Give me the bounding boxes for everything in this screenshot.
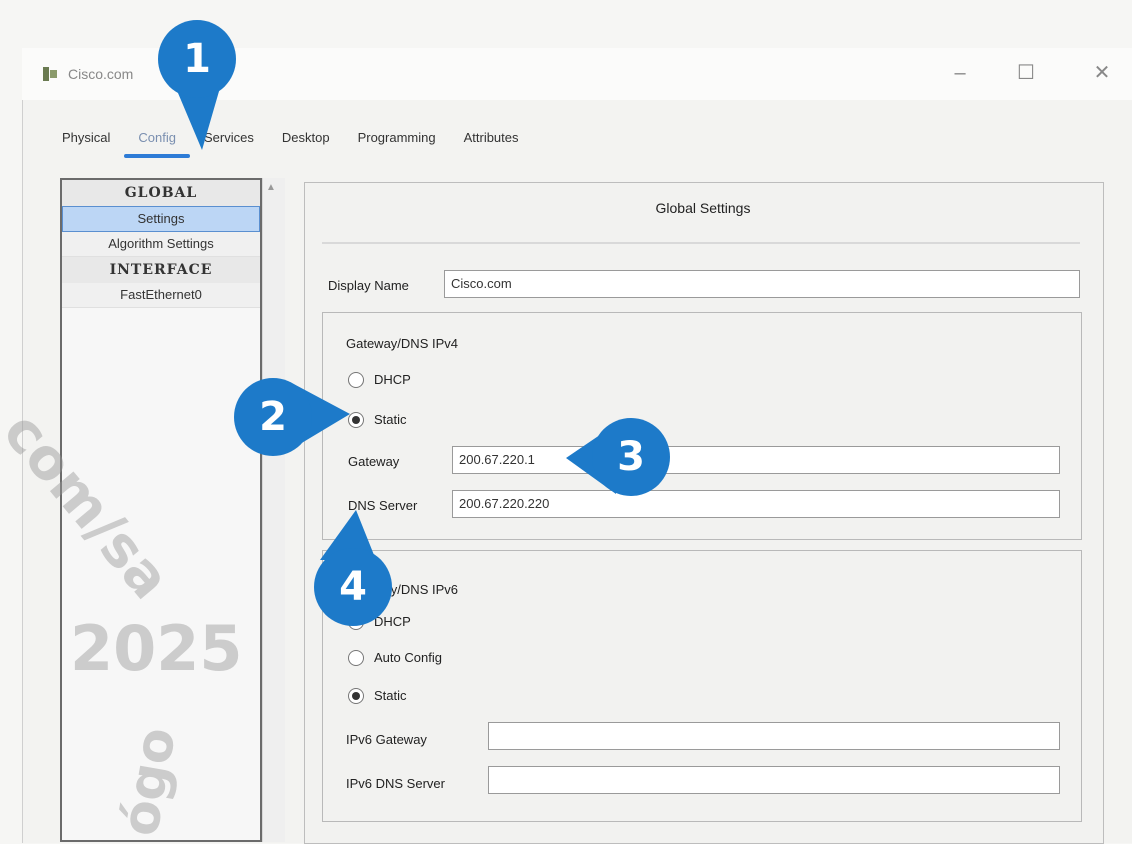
ipv6-static-radio[interactable]: [348, 688, 364, 704]
ipv4-dhcp-label: DHCP: [374, 372, 411, 387]
tab-programming[interactable]: Programming: [344, 118, 450, 162]
nav-scrollbar[interactable]: [262, 178, 285, 842]
nav-header-interface: INTERFACE: [62, 257, 260, 283]
gateway-input[interactable]: 200.67.220.1: [452, 446, 1060, 474]
close-button[interactable]: ✕: [1082, 58, 1122, 88]
ipv6-dns-server-input[interactable]: [488, 766, 1060, 794]
callout-badge-4: 4: [314, 548, 392, 626]
display-name-input[interactable]: Cisco.com: [444, 270, 1080, 298]
scroll-up-icon[interactable]: ▲: [266, 182, 276, 193]
ipv6-static-label: Static: [374, 688, 407, 703]
ipv6-auto-config-label: Auto Config: [374, 650, 442, 665]
maximize-button[interactable]: ☐: [1006, 58, 1046, 88]
ipv4-group-title: Gateway/DNS IPv4: [346, 336, 458, 351]
nav-item-fastethernet0[interactable]: FastEthernet0: [62, 283, 260, 308]
ipv6-dns-server-label: IPv6 DNS Server: [346, 776, 445, 791]
divider: [322, 242, 1080, 244]
tab-attributes[interactable]: Attributes: [450, 118, 533, 162]
nav-item-algorithm-settings[interactable]: Algorithm Settings: [62, 232, 260, 257]
ipv4-static-label: Static: [374, 412, 407, 427]
tab-physical[interactable]: Physical: [48, 118, 124, 162]
window-title: Cisco.com: [68, 66, 134, 82]
watermark-text-2: 2025: [70, 612, 243, 685]
nav-header-global: GLOBAL: [62, 180, 260, 206]
app-icon: [43, 67, 57, 81]
nav-item-settings[interactable]: Settings: [62, 206, 260, 232]
tab-bar: Physical Config Services Desktop Program…: [48, 118, 533, 162]
section-title: Global Settings: [655, 200, 751, 216]
ipv6-auto-config-radio[interactable]: [348, 650, 364, 666]
dns-server-input[interactable]: 200.67.220.220: [452, 490, 1060, 518]
ipv6-gateway-label: IPv6 Gateway: [346, 732, 427, 747]
callout-badge-3: 3: [592, 418, 670, 496]
minimize-button[interactable]: –: [940, 58, 980, 88]
callout-badge-2: 2: [234, 378, 312, 456]
tab-desktop[interactable]: Desktop: [268, 118, 344, 162]
display-name-label: Display Name: [328, 278, 409, 293]
callout-badge-1: 1: [158, 20, 236, 98]
ipv6-gateway-input[interactable]: [488, 722, 1060, 750]
